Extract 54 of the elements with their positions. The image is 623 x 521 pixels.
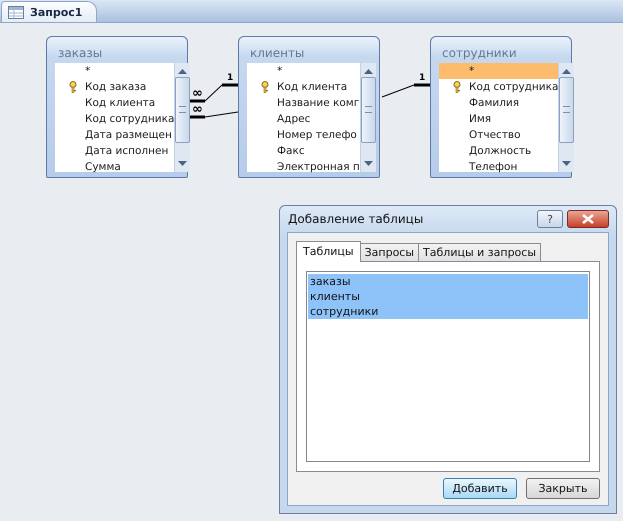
field-item[interactable]: Код клиента (247, 79, 360, 95)
scroll-down-icon[interactable] (562, 161, 572, 167)
scroll-down-icon[interactable] (364, 161, 373, 167)
field-item[interactable]: Электронная п (247, 159, 360, 175)
query-tab[interactable]: Запрос1 (1, 1, 98, 22)
add-button[interactable]: Добавить (443, 478, 517, 499)
scrollbar[interactable] (360, 63, 376, 172)
field-item[interactable]: Дата исполнен (55, 143, 174, 159)
field-item[interactable]: Номер телефо (247, 127, 360, 143)
field-item[interactable]: Адрес (247, 111, 360, 127)
field-item[interactable]: Код сотрудника (439, 79, 558, 95)
dialog-tab[interactable]: Запросы (360, 243, 420, 261)
close-button[interactable] (567, 210, 609, 228)
scroll-down-icon[interactable] (178, 161, 188, 167)
field-item[interactable]: * (247, 63, 360, 79)
table-list-item[interactable]: заказы (308, 274, 588, 289)
cardinality-label: ∞ (192, 86, 203, 101)
field-item[interactable]: Должность (439, 143, 558, 159)
close-dialog-button[interactable]: Закрыть (526, 478, 600, 499)
close-icon (582, 214, 594, 224)
field-item[interactable]: Дата размещен (55, 127, 174, 143)
query-icon (8, 6, 24, 18)
table-name: клиенты (249, 45, 306, 62)
field-item[interactable]: Сумма (55, 159, 174, 175)
table-name: сотрудники (441, 45, 518, 62)
scroll-up-icon[interactable] (562, 68, 572, 74)
table-field-list[interactable]: сотрудники * Код сотрудника Фамилия Имя Отчество Должность Телефон (430, 36, 572, 178)
field-item[interactable]: Отчество (439, 127, 558, 143)
dialog-title: Добавление таблицы (287, 212, 424, 226)
field-item[interactable]: Факс (247, 143, 360, 159)
field-item[interactable]: Код клиента (55, 95, 174, 111)
help-button[interactable]: ? (537, 210, 563, 228)
field-item[interactable]: * (55, 63, 174, 79)
table-list-item[interactable]: клиенты (308, 289, 588, 304)
cardinality-label: 1 (419, 73, 426, 83)
dialog-tab[interactable]: Таблицы и запросы (418, 243, 542, 261)
field-item[interactable]: Телефон (439, 159, 558, 175)
field-item[interactable]: Название комг (247, 95, 360, 111)
scroll-up-icon[interactable] (364, 68, 373, 74)
field-item[interactable]: * (439, 63, 558, 79)
scroll-up-icon[interactable] (178, 68, 188, 74)
field-item[interactable]: Код заказа (55, 79, 174, 95)
dialog-tab[interactable]: Таблицы (296, 241, 361, 262)
table-name: заказы (57, 45, 104, 62)
field-item[interactable]: Код сотрудника (55, 111, 174, 127)
field-item[interactable]: Имя (439, 111, 558, 127)
scrollbar[interactable] (558, 63, 574, 172)
table-field-list[interactable]: клиенты * Код клиента Название комг Адрес Номер телефо Факс Электронная п (238, 36, 380, 178)
cardinality-label: 1 (227, 73, 234, 83)
scrollbar[interactable] (174, 63, 190, 172)
field-item[interactable]: Фамилия (439, 95, 558, 111)
table-field-list[interactable]: заказы * Код заказа Код клиента Код сотрудника Дата размещен Дата исполнен Сумма (46, 36, 188, 178)
table-list-item[interactable]: сотрудники (308, 304, 588, 319)
cardinality-label: ∞ (192, 102, 203, 117)
